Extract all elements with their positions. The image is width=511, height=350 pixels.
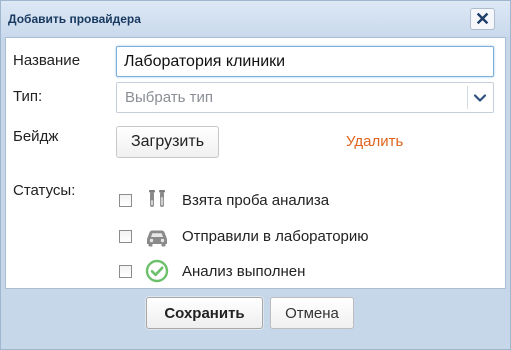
badge-label: Бейдж — [13, 128, 59, 145]
status-label: Анализ выполнен — [182, 263, 306, 280]
close-button[interactable]: ✕ — [470, 8, 495, 30]
dialog-content: Название Тип: Выбрать тип Бейдж Загрузит… — [5, 37, 506, 289]
dialog-title: Добавить провайдера — [8, 12, 141, 26]
type-placeholder: Выбрать тип — [125, 89, 213, 106]
select-divider — [467, 86, 468, 109]
upload-button[interactable]: Загрузить — [116, 126, 219, 158]
car-icon — [147, 230, 167, 247]
close-icon: ✕ — [474, 9, 491, 29]
status-item: Анализ выполнен — [116, 259, 446, 285]
status-item: Отправили в лабораторию — [116, 224, 446, 250]
add-provider-dialog: Добавить провайдера ✕ Название Тип: Выбр… — [0, 0, 511, 350]
delete-link[interactable]: Удалить — [346, 133, 403, 150]
status-checkbox[interactable] — [119, 194, 132, 207]
status-checkbox[interactable] — [119, 265, 132, 278]
statuses-label: Статусы: — [13, 182, 76, 199]
dialog-titlebar: Добавить провайдера ✕ — [1, 1, 510, 37]
cancel-button[interactable]: Отмена — [270, 297, 354, 329]
name-label: Название — [13, 52, 81, 69]
check-circle-icon — [145, 259, 169, 283]
test-tubes-icon — [149, 190, 165, 207]
status-checkbox[interactable] — [119, 230, 132, 243]
save-button[interactable]: Сохранить — [146, 297, 263, 329]
type-select[interactable]: Выбрать тип — [116, 82, 494, 113]
status-item: Взята проба анализа — [116, 188, 446, 214]
type-label: Тип: — [13, 88, 43, 105]
status-label: Отправили в лабораторию — [182, 228, 369, 245]
name-input[interactable] — [116, 46, 494, 77]
chevron-down-icon — [473, 94, 487, 102]
status-label: Взята проба анализа — [182, 192, 330, 209]
